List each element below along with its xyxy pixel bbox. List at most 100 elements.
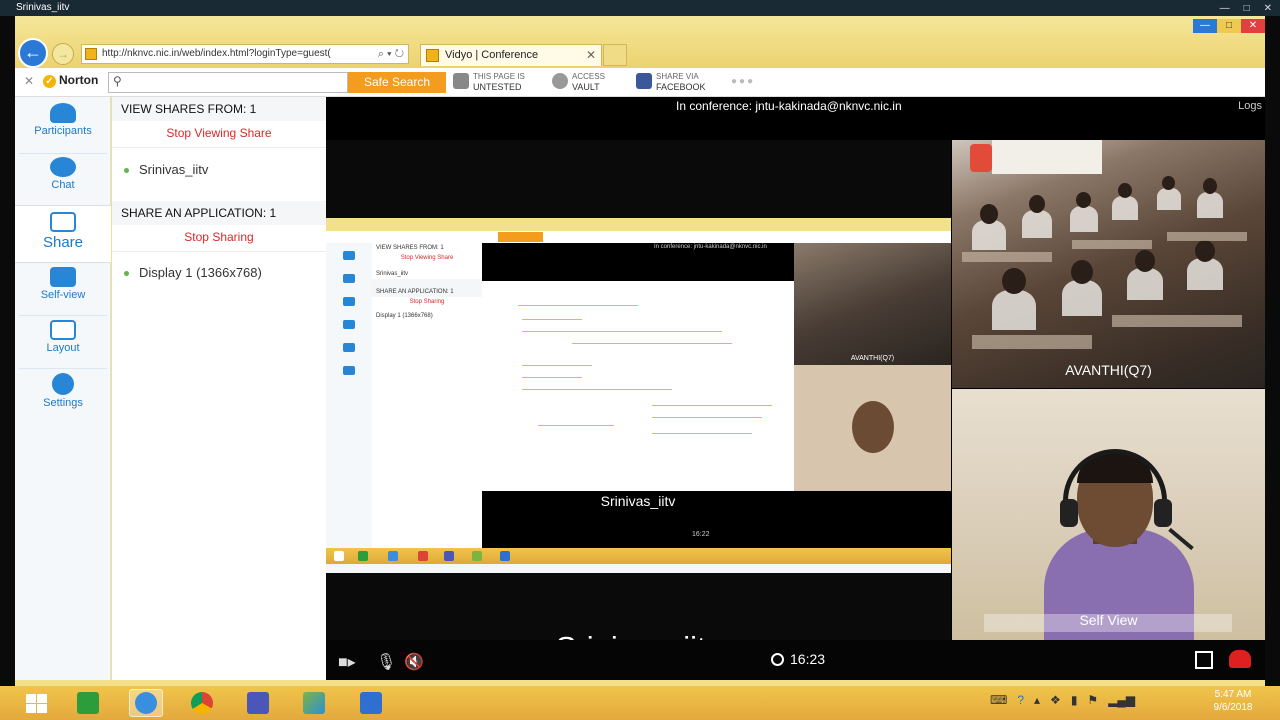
store-icon bbox=[77, 692, 99, 714]
close-icon[interactable]: ✕ bbox=[1264, 1, 1272, 17]
nested-classroom-tile: AVANTHI(Q7) bbox=[794, 243, 951, 365]
taskbar-vidyo-app[interactable] bbox=[354, 689, 388, 717]
sidebar-item-settings[interactable]: Settings bbox=[15, 373, 111, 419]
screen: Srinivas_iitv — □ ✕ ← → http://nknvc.nic… bbox=[0, 0, 1280, 720]
end-call-button[interactable] bbox=[1229, 650, 1251, 668]
nested-stop-viewing: Stop Viewing Share bbox=[400, 255, 454, 261]
start-button[interactable] bbox=[26, 694, 48, 714]
page-status-line1: THIS PAGE IS bbox=[473, 72, 525, 81]
fullscreen-icon[interactable] bbox=[1195, 651, 1213, 669]
flag-icon[interactable]: ⚑ bbox=[1087, 693, 1098, 707]
share-facebook-button[interactable]: SHARE VIA FACEBOOK bbox=[636, 72, 706, 92]
taskbar-store-app[interactable] bbox=[71, 689, 105, 717]
safe-search-button[interactable]: Safe Search bbox=[348, 72, 446, 93]
taskbar-chrome[interactable] bbox=[185, 689, 219, 717]
share-source-label: Srinivas_iitv bbox=[139, 162, 209, 177]
sidebar-item-self-view[interactable]: Self-view bbox=[15, 267, 111, 313]
nested-app-header: SHARE AN APPLICATION: 1 bbox=[372, 279, 482, 297]
outer-window-title: Srinivas_iitv bbox=[16, 2, 70, 13]
layout-icon bbox=[50, 320, 76, 340]
internet-explorer-icon bbox=[135, 692, 157, 714]
network-icon[interactable]: ▂▄▆ bbox=[1108, 693, 1135, 707]
browser-window-controls: — □ ✕ bbox=[1193, 19, 1265, 33]
settings-app-icon bbox=[247, 692, 269, 714]
self-view-tile[interactable]: Self View bbox=[952, 389, 1265, 640]
norton-close-icon[interactable]: ✕ bbox=[24, 74, 34, 88]
clock-time: 5:47 AM bbox=[1214, 689, 1252, 700]
minimize-icon[interactable]: — bbox=[1220, 1, 1230, 17]
windows-taskbar: ⌨ ? ▴ ❖ ▮ ⚑ ▂▄▆ 5:47 AM 9/6/2018 bbox=[0, 686, 1280, 720]
vidyo-app-icon bbox=[360, 692, 382, 714]
microphone-icon[interactable]: 🎙 bbox=[376, 652, 396, 672]
nested-norton-bar bbox=[326, 231, 951, 243]
share-panel: VIEW SHARES FROM: 1 Stop Viewing Share S… bbox=[112, 97, 326, 680]
sidebar-item-chat[interactable]: Chat bbox=[15, 157, 111, 203]
tab-close-icon[interactable]: ✕ bbox=[586, 45, 596, 65]
more-icon[interactable]: ●●● bbox=[731, 76, 755, 87]
address-controls[interactable]: ⌕ ▾ ↻ bbox=[378, 45, 404, 63]
nested-sidebar bbox=[326, 243, 372, 548]
norton-logo: ✓ Norton bbox=[43, 73, 98, 88]
tab-vidyo-conference[interactable]: Vidyo | Conference ✕ bbox=[420, 44, 602, 66]
camera-icon[interactable]: ■▸ bbox=[338, 652, 356, 672]
sidebar-item-label: Settings bbox=[43, 397, 83, 409]
stop-sharing-button[interactable]: Stop Sharing bbox=[112, 230, 326, 244]
share-icon bbox=[50, 212, 76, 232]
vault-line1: ACCESS bbox=[572, 72, 605, 81]
sidebar-item-label: Layout bbox=[46, 342, 80, 354]
help-icon[interactable]: ? bbox=[1017, 693, 1024, 707]
new-tab-button[interactable] bbox=[603, 44, 627, 66]
taskbar-internet-explorer[interactable] bbox=[129, 689, 163, 717]
keyboard-icon[interactable]: ⌨ bbox=[990, 693, 1007, 707]
site-icon bbox=[85, 48, 97, 60]
clock-date: 9/6/2018 bbox=[1213, 702, 1253, 713]
sidebar-item-layout[interactable]: Layout bbox=[15, 320, 111, 366]
call-timer: 16:23 bbox=[771, 651, 825, 667]
conference-area: In conference: jntu-kakinada@nknvc.nic.i… bbox=[326, 97, 1265, 680]
access-vault-button[interactable]: ACCESS VAULT bbox=[552, 72, 605, 92]
nested-display: Display 1 (1366x768) bbox=[376, 313, 433, 319]
vault-icon bbox=[552, 73, 568, 89]
browser-toolbar: ← → http://nknvc.nic.in/web/index.html?l… bbox=[15, 16, 1265, 68]
gear-icon bbox=[52, 373, 74, 395]
speaker-muted-icon[interactable]: 🔇 bbox=[404, 652, 424, 672]
browser-close-icon[interactable]: ✕ bbox=[1241, 19, 1265, 33]
maximize-icon[interactable]: □ bbox=[1244, 1, 1250, 17]
nested-shared-screen: VIEW SHARES FROM: 1 Stop Viewing Share S… bbox=[326, 218, 951, 573]
taskbar-maps-app[interactable] bbox=[297, 689, 331, 717]
back-button[interactable]: ← bbox=[18, 38, 48, 68]
sidebar-item-label: Self-view bbox=[40, 289, 86, 301]
nested-self-view bbox=[794, 365, 951, 491]
call-timer-text: 16:23 bbox=[790, 651, 826, 667]
stop-viewing-share-button[interactable]: Stop Viewing Share bbox=[112, 126, 326, 140]
taskbar-clock[interactable]: 5:47 AM 9/6/2018 bbox=[1197, 688, 1269, 714]
remote-participant-tile[interactable]: AVANTHI(Q7) bbox=[952, 140, 1265, 388]
address-text: http://nknvc.nic.in/web/index.html?login… bbox=[102, 48, 331, 59]
sidebar-item-share[interactable]: Share bbox=[15, 205, 111, 263]
forward-button[interactable]: → bbox=[52, 43, 74, 65]
logs-link[interactable]: Logs bbox=[1238, 100, 1262, 112]
share-source-item[interactable]: Srinivas_iitv bbox=[124, 162, 208, 177]
sidebar-item-participants[interactable]: Participants bbox=[15, 103, 111, 153]
share-application-header: SHARE AN APPLICATION: 1 bbox=[112, 201, 326, 225]
status-dot-icon bbox=[124, 168, 129, 174]
tab-title: Vidyo | Conference bbox=[445, 49, 539, 61]
chat-icon bbox=[50, 157, 76, 177]
page-status-button[interactable]: THIS PAGE IS UNTESTED bbox=[453, 72, 525, 92]
browser-minimize-icon[interactable]: — bbox=[1193, 19, 1217, 33]
battery-icon[interactable]: ▮ bbox=[1071, 693, 1078, 707]
nested-share-label: Srinivas_iitv bbox=[600, 493, 676, 509]
norton-search-input[interactable]: ⚲ bbox=[108, 72, 348, 93]
taskbar-settings-app[interactable] bbox=[241, 689, 275, 717]
panel-divider bbox=[112, 251, 326, 252]
browser-maximize-icon[interactable]: □ bbox=[1217, 19, 1241, 33]
nested-panel-header: VIEW SHARES FROM: 1 bbox=[376, 245, 444, 251]
address-bar[interactable]: http://nknvc.nic.in/web/index.html?login… bbox=[81, 44, 409, 64]
nested-classroom-label: AVANTHI(Q7) bbox=[850, 355, 895, 362]
display-option-item[interactable]: Display 1 (1366x768) bbox=[124, 265, 262, 280]
chrome-icon bbox=[191, 692, 213, 714]
outer-window-controls: — □ ✕ bbox=[1220, 1, 1272, 17]
show-hidden-icons[interactable]: ▴ bbox=[1034, 693, 1040, 707]
facebook-icon bbox=[636, 73, 652, 89]
dropbox-icon[interactable]: ❖ bbox=[1050, 693, 1061, 707]
